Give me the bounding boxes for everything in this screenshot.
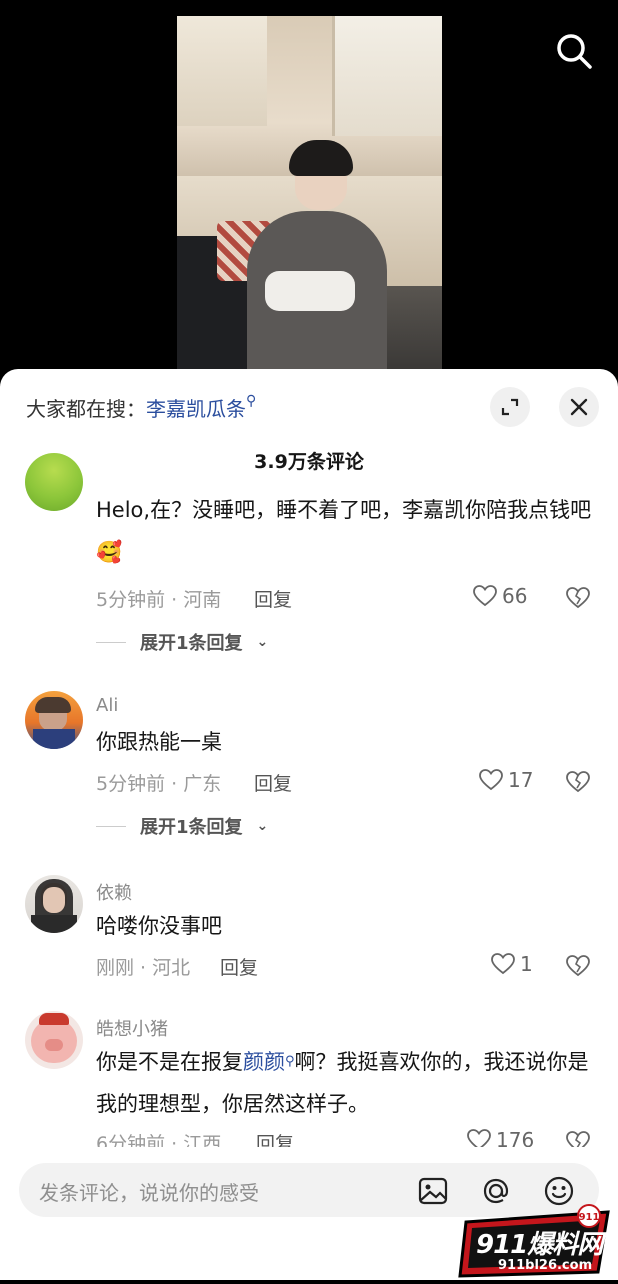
expand-icon (501, 398, 519, 416)
search-icon (557, 34, 592, 69)
divider-line (96, 825, 126, 827)
watermark-logo: 911 911爆料网 911bl26.com (458, 1202, 618, 1280)
like-button[interactable]: 1 (490, 951, 533, 977)
image-icon (418, 1177, 448, 1205)
reply-button[interactable]: 回复 (220, 953, 258, 980)
broken-heart-icon (566, 955, 590, 977)
comment-input-placeholder: 发条评论，说说你的感受 (39, 1181, 259, 1205)
comment-meta: 5分钟前 · 河南 (96, 589, 222, 611)
close-icon (570, 398, 588, 416)
comment-count-title: 3.9万条评论 (254, 451, 364, 473)
like-count: 1 (520, 952, 533, 976)
comment-text: 你是不是在报复颜颜⚲啊？我挺喜欢你的，我还说你是我的理想型，你居然这样子。 (96, 1050, 589, 1116)
avatar[interactable] (25, 875, 83, 933)
dislike-button[interactable] (565, 769, 591, 795)
avatar[interactable] (25, 1011, 83, 1069)
heart-icon (473, 585, 497, 607)
mention-link[interactable]: 颜颜⚲ (243, 1050, 295, 1074)
image-button[interactable] (417, 1175, 449, 1207)
video-person-arms (265, 271, 355, 311)
video-player[interactable] (0, 0, 618, 380)
like-button[interactable]: 66 (472, 583, 527, 609)
hot-search-keyword[interactable]: 李嘉凯瓜条 (146, 397, 246, 421)
username[interactable]: Ali (96, 695, 118, 716)
dislike-button[interactable] (565, 953, 591, 979)
chevron-down-icon: ⌄ (256, 818, 269, 834)
video-bg-window-left (177, 16, 267, 126)
small-search-icon: ⚲ (246, 393, 257, 409)
avatar[interactable] (25, 453, 83, 511)
watermark-brand: 911爆料网 (476, 1230, 603, 1260)
search-button[interactable] (553, 30, 595, 72)
chevron-down-icon: ⌄ (256, 634, 269, 650)
comment-text: 你跟热能一桌 (96, 730, 222, 754)
expand-replies-label: 展开1条回复 (140, 817, 243, 838)
comment-meta: 5分钟前 · 广东 (96, 773, 222, 795)
divider-line (96, 641, 126, 643)
svg-text:911: 911 (579, 1212, 600, 1223)
like-button[interactable]: 17 (478, 767, 533, 793)
expand-replies-button[interactable]: 展开1条回复 ⌄ (96, 629, 268, 655)
expand-replies-button[interactable]: 展开1条回复 ⌄ (96, 813, 268, 839)
dislike-button[interactable] (565, 585, 591, 611)
expand-panel-button[interactable] (490, 387, 530, 427)
heart-icon (491, 953, 515, 975)
watermark-url: 911bl26.com (498, 1258, 593, 1273)
heart-icon (479, 769, 503, 791)
avatar[interactable] (25, 691, 83, 749)
username[interactable]: 皓想小猪 (96, 1015, 168, 1041)
like-count: 66 (502, 584, 528, 608)
expand-replies-label: 展开1条回复 (140, 633, 243, 654)
close-panel-button[interactable] (559, 387, 599, 427)
comments-panel: 大家都在搜：李嘉凯瓜条⚲ 3.9万条评论 Helo,在？没睡吧，睡不着了吧，李嘉… (0, 369, 618, 1280)
comment-text: Helo,在？没睡吧，睡不着了吧，李嘉凯你陪我点钱吧🥰 (96, 498, 592, 564)
like-count: 17 (508, 768, 534, 792)
broken-heart-icon (566, 587, 590, 609)
video-thumbnail[interactable] (177, 16, 442, 372)
comment-text: 哈喽你没事吧 (96, 914, 222, 938)
hot-search-prefix: 大家都在搜： (26, 397, 146, 421)
reply-button[interactable]: 回复 (254, 769, 292, 796)
reply-button[interactable]: 回复 (254, 585, 292, 612)
comment-meta: 刚刚 · 河北 (96, 957, 191, 979)
video-person-hair (289, 140, 353, 176)
broken-heart-icon (566, 771, 590, 793)
username[interactable]: 依赖 (96, 879, 132, 905)
hot-search-bar[interactable]: 大家都在搜：李嘉凯瓜条⚲ (26, 393, 256, 422)
video-bg-window-right (332, 16, 442, 136)
